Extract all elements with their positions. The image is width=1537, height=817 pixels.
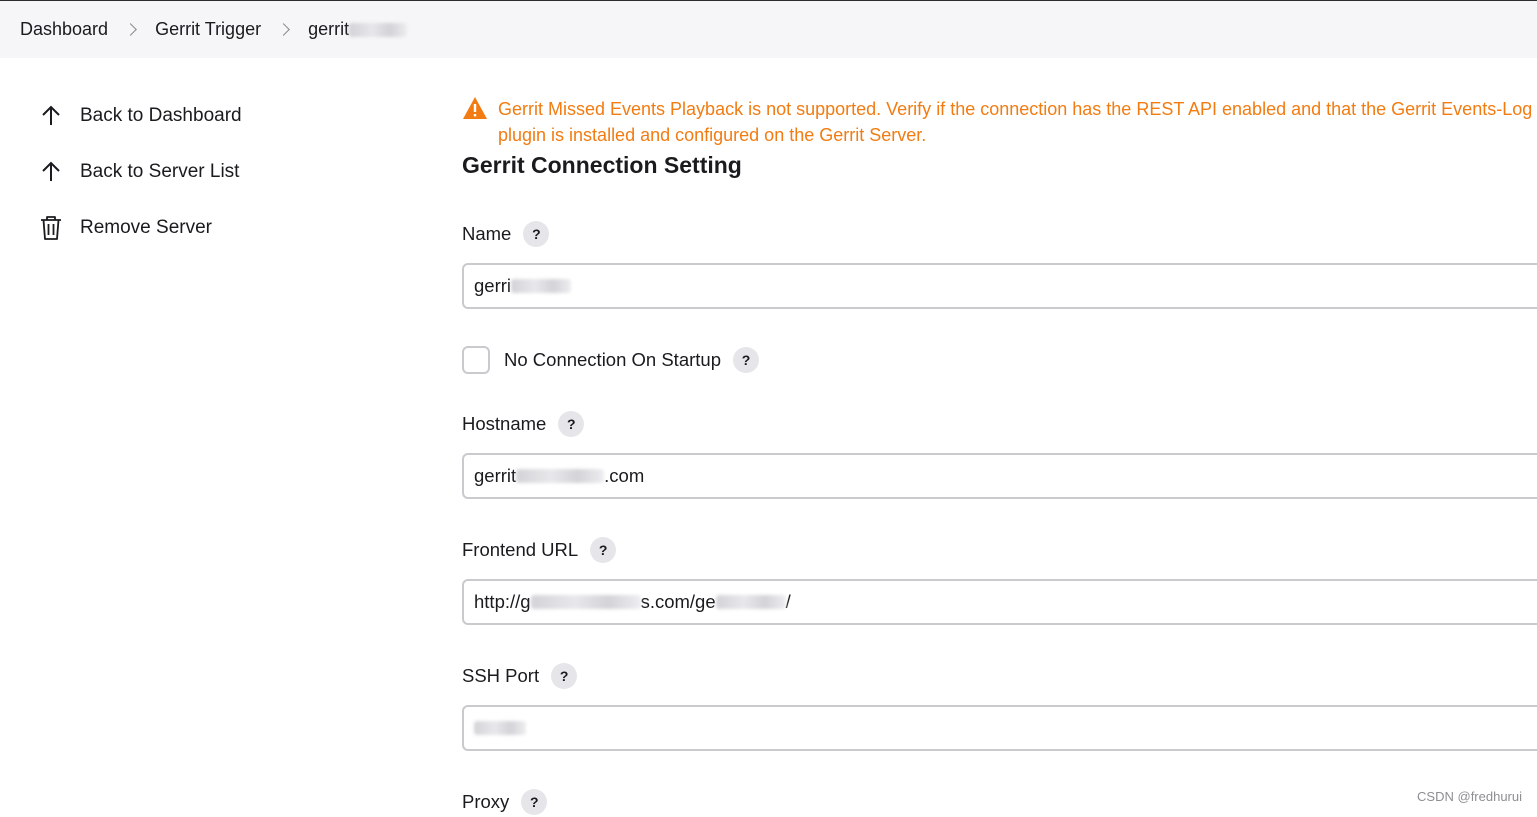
main-content: Gerrit Missed Events Playback is not sup… <box>462 96 1537 817</box>
warning-text: Gerrit Missed Events Playback is not sup… <box>498 96 1537 148</box>
chevron-right-icon <box>124 23 137 36</box>
page-title: Gerrit Connection Setting <box>462 152 1537 179</box>
sidebar: Back to Dashboard Back to Server List Re… <box>38 88 418 256</box>
breadcrumb: Dashboard Gerrit Trigger gerrit <box>0 0 1537 58</box>
redacted-mask <box>511 279 571 293</box>
help-icon[interactable]: ? <box>558 411 584 437</box>
ssh-port-label-text: SSH Port <box>462 665 539 687</box>
sidebar-item-label: Back to Dashboard <box>80 105 242 127</box>
ssh-port-label: SSH Port ? <box>462 661 1537 691</box>
arrow-up-icon <box>38 159 64 185</box>
frontend-url-mid: s.com/ge <box>641 591 716 613</box>
no-connection-label: No Connection On Startup <box>504 349 721 371</box>
help-icon[interactable]: ? <box>733 347 759 373</box>
no-connection-checkbox[interactable] <box>462 346 490 374</box>
warning-banner: Gerrit Missed Events Playback is not sup… <box>462 96 1537 148</box>
frontend-url-label: Frontend URL ? <box>462 535 1537 565</box>
redacted-mask <box>474 721 526 735</box>
trash-icon <box>38 215 64 241</box>
sidebar-item-label: Back to Server List <box>80 161 239 183</box>
hostname-label-text: Hostname <box>462 413 546 435</box>
hostname-field-prefix: gerrit <box>474 465 516 487</box>
hostname-label: Hostname ? <box>462 409 1537 439</box>
redacted-mask <box>716 595 786 609</box>
chevron-right-icon <box>277 23 290 36</box>
breadcrumb-server-label: gerrit <box>308 19 349 39</box>
frontend-url-prefix: http://g <box>474 591 531 613</box>
frontend-url-label-text: Frontend URL <box>462 539 578 561</box>
help-icon[interactable]: ? <box>551 663 577 689</box>
no-connection-row: No Connection On Startup ? <box>462 345 1537 375</box>
proxy-label: Proxy ? <box>462 787 1537 817</box>
name-field-value: gerri <box>474 275 511 297</box>
sidebar-item-back-to-server-list[interactable]: Back to Server List <box>38 144 418 200</box>
warning-icon <box>462 96 488 122</box>
ssh-port-field[interactable] <box>462 705 1537 751</box>
watermark: CSDN @fredhurui <box>1417 789 1522 804</box>
frontend-url-field[interactable]: http://g s.com/ge / <box>462 579 1537 625</box>
help-icon[interactable]: ? <box>523 221 549 247</box>
help-icon[interactable]: ? <box>590 537 616 563</box>
sidebar-item-label: Remove Server <box>80 217 212 239</box>
redacted-mask <box>531 595 641 609</box>
arrow-up-icon <box>38 103 64 129</box>
hostname-field[interactable]: gerrit .com <box>462 453 1537 499</box>
help-icon[interactable]: ? <box>521 789 547 815</box>
breadcrumb-server[interactable]: gerrit <box>308 19 407 40</box>
breadcrumb-dashboard[interactable]: Dashboard <box>20 19 108 40</box>
name-label: Name ? <box>462 219 1537 249</box>
frontend-url-suffix: / <box>786 591 791 613</box>
sidebar-item-remove-server[interactable]: Remove Server <box>38 200 418 256</box>
redacted-mask <box>516 469 604 483</box>
name-label-text: Name <box>462 223 511 245</box>
sidebar-item-back-to-dashboard[interactable]: Back to Dashboard <box>38 88 418 144</box>
redacted-mask <box>349 23 407 37</box>
hostname-field-suffix: .com <box>604 465 644 487</box>
name-field[interactable]: gerri <box>462 263 1537 309</box>
breadcrumb-gerrit-trigger[interactable]: Gerrit Trigger <box>155 19 261 40</box>
